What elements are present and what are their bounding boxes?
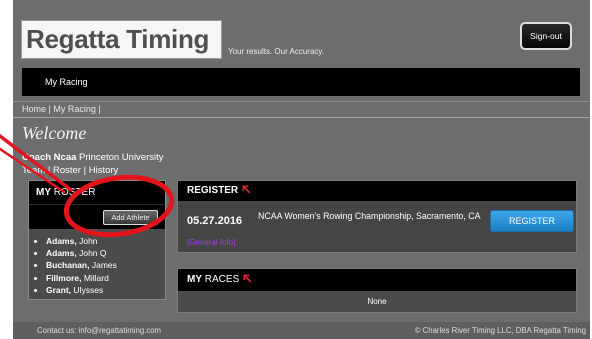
event-row: 05.27.2016 NCAA Women's Rowing Champions… xyxy=(178,201,576,252)
link-history[interactable]: History xyxy=(89,165,119,176)
breadcrumb-home[interactable]: Home xyxy=(22,104,46,114)
main-nav: My Racing xyxy=(22,68,580,96)
list-item[interactable]: Buchanan, James xyxy=(46,259,165,271)
races-title-rest: RACES xyxy=(204,274,240,285)
logo-text: Regatta Timing xyxy=(26,24,210,54)
roster-header: MY ROSTER xyxy=(29,181,165,204)
register-header: REGISTER xyxy=(178,181,576,201)
site-container: Regatta Timing Your results. Our Accurac… xyxy=(13,0,590,339)
register-title: REGISTER xyxy=(187,185,239,196)
page-title: Welcome xyxy=(22,123,87,143)
event-name: NCAA Women's Rowing Championship, Sacram… xyxy=(258,211,481,221)
footer-copyright: © Charles River Timing LLC, DBA Regatta … xyxy=(414,326,586,335)
logo[interactable]: Regatta Timing xyxy=(21,20,222,59)
name-separator: , xyxy=(74,248,77,259)
breadcrumb-my-racing[interactable]: My Racing xyxy=(53,104,96,114)
breadcrumb: Home | My Racing | xyxy=(13,101,590,118)
races-panel: MY RACES None xyxy=(177,268,577,313)
link-separator: | xyxy=(47,165,51,176)
arrow-up-left-icon[interactable] xyxy=(242,185,251,194)
register-panel: REGISTER 05.27.2016 NCAA Women's Rowing … xyxy=(177,180,577,253)
roster-actions: Add Athlete xyxy=(29,204,165,229)
footer-contact[interactable]: Contact us: info@regattatiming.com xyxy=(37,326,161,335)
event-date: 05.27.2016 xyxy=(187,215,243,227)
name-separator: , xyxy=(79,272,82,283)
name-separator: , xyxy=(68,284,72,295)
link-roster[interactable]: Roster xyxy=(53,165,81,176)
athlete-last-name: Fillmore xyxy=(46,272,80,283)
footer: Contact us: info@regattatiming.com © Cha… xyxy=(13,322,590,339)
arrow-up-left-icon[interactable] xyxy=(243,274,252,283)
breadcrumb-separator: | xyxy=(98,104,101,114)
user-info: Coach Ncaa Princeton University xyxy=(22,152,164,163)
races-title-bold: MY xyxy=(187,274,202,285)
organization-name: Princeton University xyxy=(79,152,164,163)
user-name: Coach Ncaa xyxy=(22,152,77,163)
name-separator: , xyxy=(74,236,77,246)
athlete-last-name: Buchanan xyxy=(46,260,88,271)
nav-item-my-racing[interactable]: My Racing xyxy=(45,68,88,96)
list-item[interactable]: Adams, John xyxy=(46,235,165,247)
roster-title-bold: MY xyxy=(36,187,51,198)
athlete-first-name: John xyxy=(79,236,98,246)
list-item[interactable]: Grant, Ulysses xyxy=(46,284,165,296)
breadcrumb-separator: | xyxy=(48,104,51,114)
tagline: Your results. Our Accuracy. xyxy=(228,47,325,56)
register-button[interactable]: REGISTER xyxy=(490,210,574,232)
athlete-last-name: Grant xyxy=(46,284,69,295)
account-links: Team | Roster | History xyxy=(22,165,118,176)
races-empty-text: None xyxy=(367,297,387,306)
athlete-first-name: Millard xyxy=(83,272,109,283)
roster-title-rest: ROSTER xyxy=(53,187,96,198)
athlete-first-name: James xyxy=(91,260,117,271)
athlete-list: Adams, John Adams, John Q Buchanan, Jame… xyxy=(29,229,165,296)
roster-panel: MY ROSTER Add Athlete Adams, John Adams,… xyxy=(28,180,166,300)
athlete-last-name: Adams xyxy=(46,248,75,259)
name-separator: , xyxy=(87,260,90,271)
list-item[interactable]: Adams, John Q xyxy=(46,247,165,259)
link-separator: | xyxy=(83,165,87,176)
add-athlete-button[interactable]: Add Athlete xyxy=(103,210,158,225)
races-header: MY RACES xyxy=(178,269,576,291)
athlete-last-name: Adams xyxy=(46,236,75,246)
sign-out-button[interactable]: Sign-out xyxy=(520,22,572,50)
athlete-first-name: Ulysses xyxy=(73,284,104,295)
link-team[interactable]: Team xyxy=(22,165,45,176)
general-info-link[interactable]: [General Info] xyxy=(187,238,235,247)
page: Regatta Timing Your results. Our Accurac… xyxy=(0,0,592,339)
list-item[interactable]: Fillmore, Millard xyxy=(46,272,165,284)
athlete-first-name: John Q xyxy=(79,248,107,259)
